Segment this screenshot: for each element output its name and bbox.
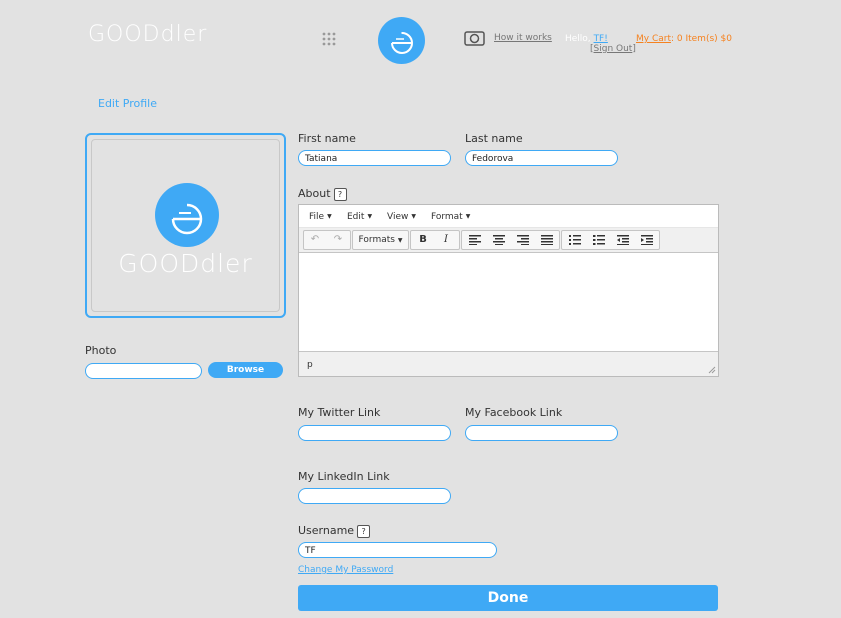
list-group [561,230,660,250]
page-title: Edit Profile [98,97,158,110]
photo-label: Photo [85,344,117,357]
menu-file[interactable]: File ▼ [309,212,332,222]
style-group: B I [410,230,460,250]
editor-menubar: File ▼ Edit ▼ View ▼ Format ▼ [299,205,718,228]
sign-out-label[interactable]: Sign Out [594,44,633,54]
formats-dropdown[interactable]: Formats ▼ [352,230,409,250]
last-name-input[interactable]: Fedorova [465,150,618,166]
menu-edit[interactable]: Edit ▼ [347,212,372,222]
apps-grid-icon[interactable] [322,32,336,46]
menu-file-label[interactable]: File [309,212,324,222]
brand-logo[interactable]: GOODdler [88,22,207,47]
about-label-row: About? [298,187,347,201]
change-password-link[interactable]: Change My Password [298,565,393,575]
about-help-icon[interactable]: ? [333,187,347,201]
first-name-input[interactable]: Tatiana [298,150,451,166]
chevron-down-icon: ▼ [397,237,403,244]
photo-file-input[interactable] [85,363,202,379]
done-button[interactable]: Done [298,585,718,611]
align-center-icon[interactable] [488,231,510,249]
avatar-preview: GOODdler [85,133,286,318]
username-label-row: Username? [298,524,371,538]
editor-statusbar: p [299,351,718,376]
menu-edit-label[interactable]: Edit [347,212,364,222]
cart-summary: : 0 Item(s) $0 [670,34,732,44]
twitter-input[interactable] [298,425,451,441]
align-right-icon[interactable] [512,231,534,249]
chevron-down-icon: ▼ [367,213,373,220]
cart-label[interactable]: My Cart [636,34,671,44]
editor-toolbar: ↶ ↷ Formats ▼ B I [299,228,718,253]
cart-link[interactable]: My Cart: 0 Item(s) $0 [636,34,732,44]
about-label: About [298,187,331,200]
formats-label-row[interactable]: Formats ▼ [353,231,408,249]
indent-icon[interactable] [636,231,658,249]
menu-view-label[interactable]: View [387,212,408,222]
greeting: Hello, TF! [565,34,608,44]
align-justify-icon[interactable] [536,231,558,249]
browse-button[interactable]: Browse [208,362,283,378]
sign-out-link[interactable]: [Sign Out] [590,44,636,54]
chevron-down-icon: ▼ [465,213,471,220]
chevron-down-icon: ▼ [327,213,332,220]
formats-label[interactable]: Formats [359,235,395,245]
last-name-label: Last name [465,132,523,145]
chevron-down-icon: ▼ [411,213,416,220]
history-group: ↶ ↷ [303,230,351,250]
home-logo-icon[interactable] [378,17,425,64]
menu-view[interactable]: View ▼ [387,212,416,222]
username-input[interactable]: TF [298,542,497,558]
outdent-icon[interactable] [612,231,634,249]
avatar-logo-icon [155,183,219,247]
facebook-input[interactable] [465,425,618,441]
bullet-list-icon[interactable] [564,231,586,249]
first-name-label: First name [298,132,356,145]
greeting-prefix: Hello, [565,34,591,44]
camera-icon [464,31,485,46]
redo-icon[interactable]: ↷ [327,231,349,249]
align-left-icon[interactable] [464,231,486,249]
linkedin-label: My LinkedIn Link [298,470,390,483]
facebook-label: My Facebook Link [465,406,563,419]
menu-format-label[interactable]: Format [431,212,463,222]
about-editor: File ▼ Edit ▼ View ▼ Format ▼ ↶ ↷ Formats ▼ … [298,204,719,377]
italic-icon[interactable]: I [435,231,457,249]
resize-handle-icon[interactable] [708,366,716,374]
avatar-logo-text: GOODdler [118,249,253,278]
bold-icon[interactable]: B [412,231,434,249]
username-label: Username [298,524,355,537]
undo-icon[interactable]: ↶ [304,231,326,249]
about-text-area[interactable] [299,253,718,351]
linkedin-input[interactable] [298,488,451,504]
numbered-list-icon[interactable] [588,231,610,249]
twitter-label: My Twitter Link [298,406,381,419]
username-help-icon[interactable]: ? [357,524,371,538]
element-path[interactable]: p [307,360,313,370]
user-link[interactable]: TF! [594,34,608,44]
align-group [461,230,560,250]
how-it-works-link[interactable]: How it works [494,33,552,43]
menu-format[interactable]: Format ▼ [431,212,470,222]
